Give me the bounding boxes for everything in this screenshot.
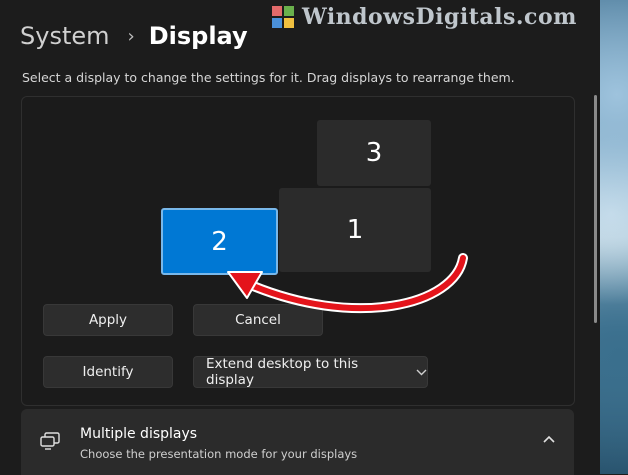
windows-logo-icon [272,6,294,28]
multiple-displays-section[interactable]: Multiple displays Choose the presentatio… [21,409,574,475]
monitor-label: 1 [346,215,364,245]
instruction-text: Select a display to change the settings … [22,70,515,85]
monitor-2-selected[interactable]: 2 [161,208,278,275]
scrollbar[interactable] [594,95,597,323]
apply-button[interactable]: Apply [43,304,173,336]
chevron-down-icon [416,366,427,379]
chevron-up-icon[interactable] [540,431,558,449]
breadcrumb-system[interactable]: System [20,22,110,50]
desktop-wallpaper [600,0,628,474]
identify-button[interactable]: Identify [43,356,173,388]
chevron-right-icon: › [127,25,135,47]
monitor-3[interactable]: 3 [317,120,431,186]
breadcrumb: System › Display [20,16,248,56]
monitor-label: 2 [211,226,228,257]
cancel-button[interactable]: Cancel [193,304,323,336]
multiple-displays-title: Multiple displays [80,426,198,442]
page-title: Display [148,22,248,50]
monitor-1[interactable]: 1 [279,188,431,272]
watermark-text: WindowsDigitals.com [302,4,577,30]
display-mode-select[interactable]: Extend desktop to this display [193,356,428,388]
watermark: WindowsDigitals.com [272,4,577,30]
monitor-label: 3 [365,138,383,168]
display-arrangement-panel: 3 1 2 Apply Cancel Identify Extend deskt… [21,96,575,406]
multiple-displays-subtitle: Choose the presentation mode for your di… [80,447,358,461]
multiple-displays-icon [40,432,60,450]
display-mode-value: Extend desktop to this display [206,356,359,388]
